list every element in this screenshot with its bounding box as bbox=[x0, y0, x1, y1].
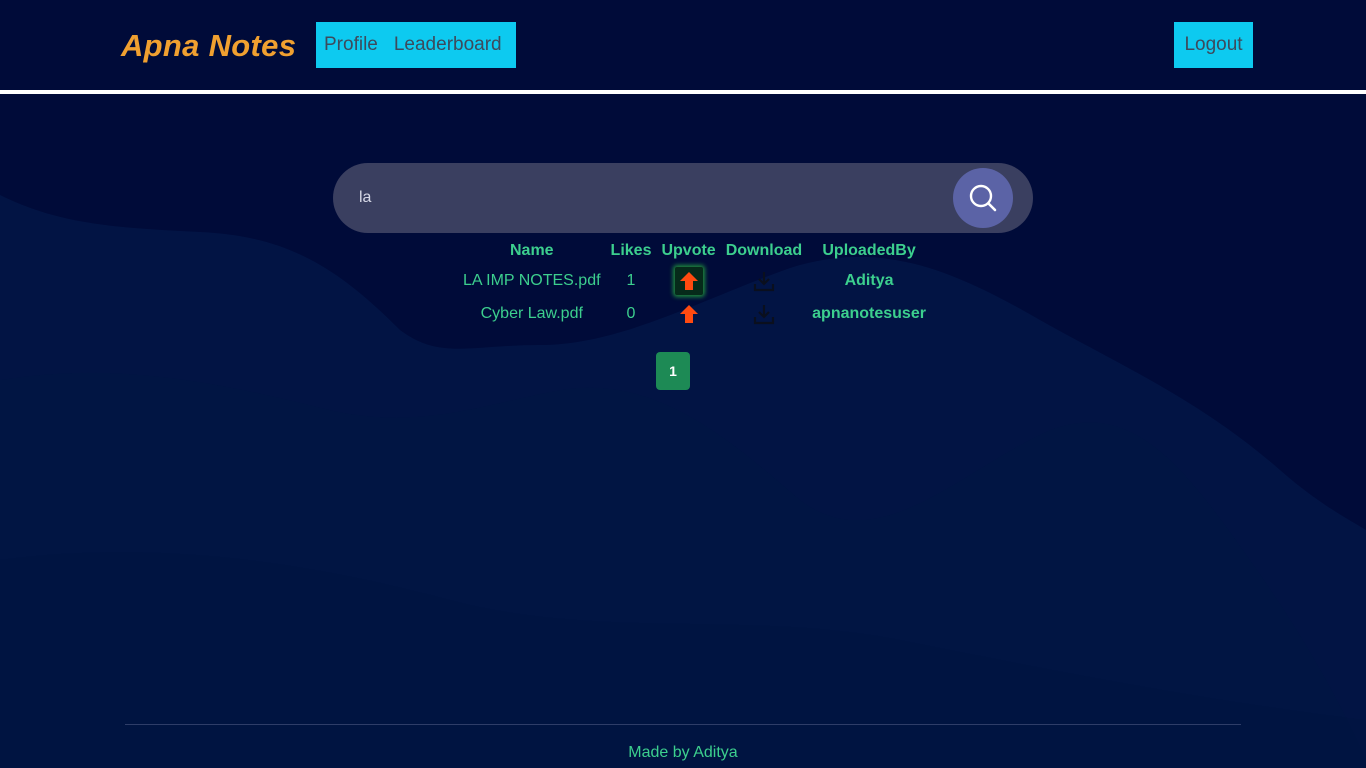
navbar-divider bbox=[0, 90, 1366, 94]
footer-divider bbox=[125, 724, 1241, 725]
note-uploader: Aditya bbox=[844, 271, 894, 289]
column-header-name: Name bbox=[509, 242, 554, 259]
note-likes: 1 bbox=[626, 271, 636, 289]
nav-profile-link[interactable]: Profile bbox=[316, 22, 386, 68]
search-bar bbox=[333, 163, 1033, 233]
note-likes: 0 bbox=[626, 304, 636, 322]
download-icon bbox=[753, 304, 775, 324]
search-icon bbox=[969, 184, 997, 212]
column-header-likes: Likes bbox=[610, 242, 652, 259]
arrow-up-icon bbox=[679, 271, 698, 290]
arrow-up-icon bbox=[679, 304, 698, 323]
upvote-button[interactable] bbox=[675, 300, 703, 328]
nav-leaderboard-link[interactable]: Leaderboard bbox=[386, 22, 510, 68]
nav-links: Profile Leaderboard bbox=[316, 22, 516, 68]
upvote-button[interactable] bbox=[674, 266, 703, 295]
search-button[interactable] bbox=[953, 168, 1013, 228]
column-header-uploaded-by: UploadedBy bbox=[822, 242, 916, 259]
note-name[interactable]: Cyber Law.pdf bbox=[458, 297, 606, 330]
brand-logo[interactable]: Apna Notes bbox=[121, 26, 296, 66]
search-input[interactable] bbox=[359, 163, 939, 233]
navbar: Apna Notes Profile Leaderboard Logout bbox=[0, 0, 1366, 90]
note-name[interactable]: LA IMP NOTES.pdf bbox=[458, 264, 606, 297]
footer-credit: Made by Aditya bbox=[628, 744, 738, 761]
column-header-download: Download bbox=[725, 242, 803, 259]
logout-button[interactable]: Logout bbox=[1174, 22, 1253, 68]
download-button[interactable] bbox=[752, 269, 776, 293]
pagination-page-1[interactable]: 1 bbox=[656, 352, 690, 390]
note-uploader: apnanotesuser bbox=[812, 304, 926, 322]
download-icon bbox=[753, 271, 775, 291]
download-button[interactable] bbox=[752, 302, 776, 326]
table-row: Cyber Law.pdf 0 apnanotesuser bbox=[458, 297, 931, 330]
column-header-upvote: Upvote bbox=[661, 242, 716, 259]
table-row: LA IMP NOTES.pdf 1 Aditya bbox=[458, 264, 931, 297]
table-header-row: Name Likes Upvote Download UploadedBy bbox=[458, 238, 931, 264]
notes-table: Name Likes Upvote Download UploadedBy LA… bbox=[458, 238, 931, 330]
